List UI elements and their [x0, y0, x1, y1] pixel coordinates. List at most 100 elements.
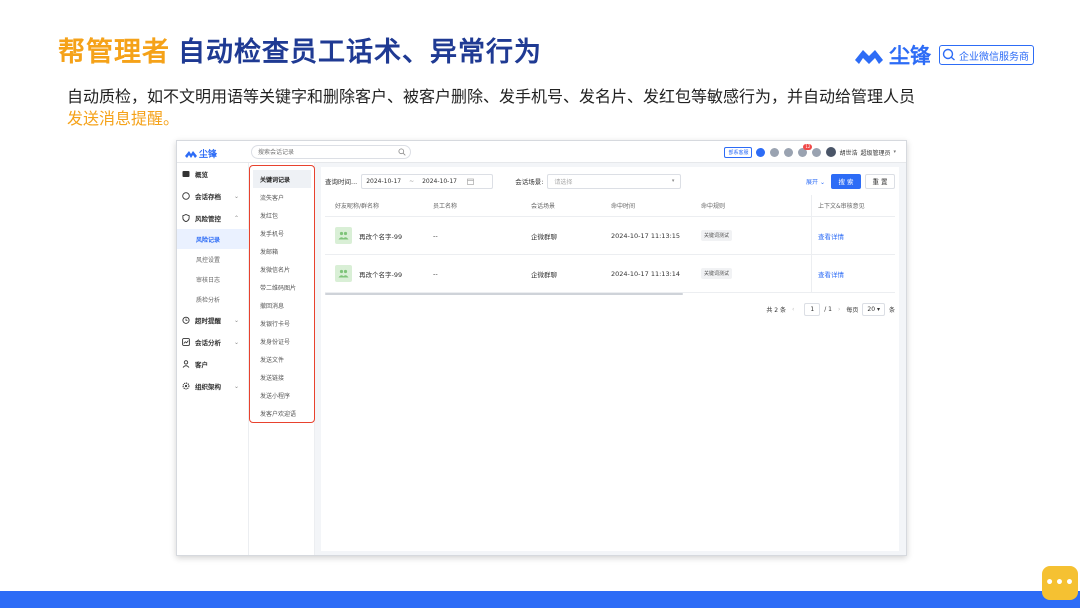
page-input[interactable]: 1 — [804, 303, 821, 316]
chat-bubble-icon[interactable]: ••• — [1042, 566, 1078, 600]
dept-button[interactable]: 部系客服 — [724, 146, 753, 158]
target-icon[interactable] — [756, 147, 766, 157]
sidebar-item-label: 客户 — [195, 361, 208, 369]
menu-item-red-packet[interactable]: 发红包 — [253, 206, 311, 224]
menu-item-welcome-message[interactable]: 发客户欢迎语 — [253, 404, 311, 422]
chevron-down-icon: ▾ — [671, 178, 675, 184]
search-icon[interactable] — [398, 148, 406, 156]
chevron-down-icon[interactable]: ▾ — [893, 149, 896, 155]
menu-item-mini-program[interactable]: 发送小程序 — [253, 386, 311, 404]
title-accent: 帮管理者 — [58, 37, 170, 68]
menu-item-keyword-records[interactable]: 关键词记录 — [253, 170, 311, 188]
main-content: 查询时间... 2024-10-17 ~ 2024-10-17 会话场景: 请选… — [321, 167, 899, 551]
row-time: 2024-10-17 11:13:14 — [611, 269, 681, 278]
brand-tag-text: 企业微信服务商 — [959, 51, 1029, 63]
next-page-button[interactable]: › — [838, 306, 840, 313]
user-role[interactable]: 超级管理员 — [860, 148, 890, 157]
date-end: 2024-10-17 — [422, 177, 457, 185]
table-row: 再改个名字-99 -- 企微群聊 2024-10-17 11:13:14 关键词… — [325, 255, 895, 293]
brand-mark-icon — [855, 50, 883, 64]
sidebar-item-chat-analysis[interactable]: 会话分析 ⌄ — [177, 331, 248, 353]
risk-type-menu: 关键词记录 流失客户 发红包 发手机号 发邮箱 发微信名片 带二维码图片 撤回消… — [249, 163, 315, 555]
search-button[interactable]: 搜 索 — [831, 173, 861, 189]
sidebar-item-chat-archive[interactable]: 会话存档 ⌄ — [177, 185, 248, 207]
desc-highlight: 发送消息提醒。 — [67, 109, 180, 128]
sidebar-item-timeout-alert[interactable]: 超时提醒 ⌄ — [177, 309, 248, 331]
menu-item-lost-customers[interactable]: 流失客户 — [253, 188, 311, 206]
view-details-link[interactable]: 查看详情 — [818, 269, 844, 279]
per-page-unit: 条 — [888, 307, 895, 314]
row-action-cell: 查看详情 — [811, 255, 895, 292]
sidebar-item-org[interactable]: 组织架构 ⌄ — [177, 375, 248, 397]
sidebar: 概览 会话存档 ⌄ 风险管控 ⌃ 风险记录 风控设置 审核日志 质检分析 超时提… — [177, 163, 249, 555]
gear-icon — [182, 382, 190, 390]
slide-description: 自动质检，如不文明用语等关键字和删除客户、被客户删除、发手机号、发名片、发红包等… — [67, 86, 1047, 130]
menu-item-bank-card[interactable]: 发银行卡号 — [253, 314, 311, 332]
table-row: 再改个名字-99 -- 企微群聊 2024-10-17 11:13:15 关键词… — [325, 217, 895, 255]
menu-item-recall-message[interactable]: 撤回消息 — [253, 296, 311, 314]
sidebar-item-risk-control[interactable]: 风险管控 ⌃ — [177, 207, 248, 229]
per-page-label: 每页 — [846, 307, 859, 314]
highlight-box: 关键词记录 流失客户 发红包 发手机号 发邮箱 发微信名片 带二维码图片 撤回消… — [249, 165, 315, 423]
sidebar-item-label: 会话存档 — [195, 193, 221, 201]
sidebar-sub-audit-log[interactable]: 审核日志 — [177, 269, 248, 289]
menu-item-send-link[interactable]: 发送链接 — [253, 368, 311, 386]
row-name: 再改个名字-99 — [359, 270, 403, 279]
chevron-down-icon: ⌄ — [233, 338, 239, 346]
row-scene: 企微群聊 — [531, 270, 557, 279]
user-name[interactable]: 胡世浩 — [839, 148, 857, 157]
chevron-up-icon: ⌃ — [233, 214, 239, 222]
reset-button[interactable]: 重 置 — [865, 173, 895, 189]
shield-icon — [182, 214, 190, 222]
menu-item-qrcode-image[interactable]: 带二维码图片 — [253, 278, 311, 296]
person-icon — [182, 360, 190, 368]
cell-name: 再改个名字-99 — [325, 265, 433, 282]
bell-icon[interactable]: 12 — [798, 143, 813, 157]
brand-name: 尘锋 — [889, 44, 931, 68]
col-header-time: 命中时间 — [611, 203, 636, 210]
download-icon[interactable] — [784, 147, 794, 157]
view-details-link[interactable]: 查看详情 — [818, 231, 844, 241]
pagination: 共 2 条 ‹ 1 / 1 › 每页 20 ▾ 条 — [766, 303, 895, 316]
row-rule-cell: 关键词测试 — [701, 230, 811, 241]
menu-item-wechat-card[interactable]: 发微信名片 — [253, 260, 311, 278]
sidebar-item-customer[interactable]: 客户 — [177, 353, 248, 375]
filter-bar: 查询时间... 2024-10-17 ~ 2024-10-17 会话场景: 请选… — [325, 173, 895, 189]
brand-tag: 企业微信服务商 — [939, 45, 1034, 65]
sidebar-item-label: 概览 — [195, 171, 208, 179]
menu-item-email[interactable]: 发邮箱 — [253, 242, 311, 260]
wechat-work-icon — [942, 48, 955, 61]
chat-icon — [182, 192, 190, 200]
cell-name: 再改个名字-99 — [325, 227, 433, 244]
menu-item-send-file[interactable]: 发送文件 — [253, 350, 311, 368]
date-range-picker[interactable]: 2024-10-17 ~ 2024-10-17 — [361, 173, 494, 189]
calendar-icon — [467, 178, 474, 185]
scene-placeholder: 请选择 — [554, 178, 573, 186]
brand-logo: 尘锋 企业微信服务商 — [853, 40, 1034, 70]
search-input[interactable] — [252, 146, 382, 158]
slide-title: 帮管理者 自动检查员工话术、异常行为 — [58, 30, 542, 69]
page-size-select[interactable]: 20 ▾ — [862, 303, 885, 316]
sidebar-item-overview[interactable]: 概览 — [177, 163, 248, 185]
app-topbar: 尘锋 部系客服 12 胡世浩 超级管理员 ▾ — [177, 141, 906, 163]
horizontal-scrollbar[interactable] — [325, 293, 683, 295]
sidebar-sub-risk-records[interactable]: 风险记录 — [177, 229, 248, 249]
sidebar-item-label: 会话分析 — [195, 339, 221, 347]
row-rule-cell: 关键词测试 — [701, 268, 811, 279]
prev-page-button[interactable]: ‹ — [792, 306, 794, 313]
sidebar-item-label: 组织架构 — [195, 383, 221, 391]
expand-link[interactable]: 展开 ⌄ — [806, 177, 825, 186]
search-box — [251, 145, 411, 159]
info-icon[interactable] — [770, 147, 780, 157]
chat-bubble-icon[interactable] — [812, 147, 822, 157]
scene-select[interactable]: 请选择 ▾ — [547, 173, 682, 189]
sidebar-sub-risk-settings[interactable]: 风控设置 — [177, 249, 248, 269]
row-scene: 企微群聊 — [531, 232, 557, 241]
menu-item-id-number[interactable]: 发身份证号 — [253, 332, 311, 350]
app-logo[interactable]: 尘锋 — [185, 147, 217, 160]
sidebar-sub-qc-analysis[interactable]: 质检分析 — [177, 289, 248, 309]
row-name: 再改个名字-99 — [359, 232, 403, 241]
menu-item-phone-number[interactable]: 发手机号 — [253, 224, 311, 242]
page-size-value: 20 — [867, 306, 876, 313]
avatar[interactable] — [826, 147, 837, 157]
